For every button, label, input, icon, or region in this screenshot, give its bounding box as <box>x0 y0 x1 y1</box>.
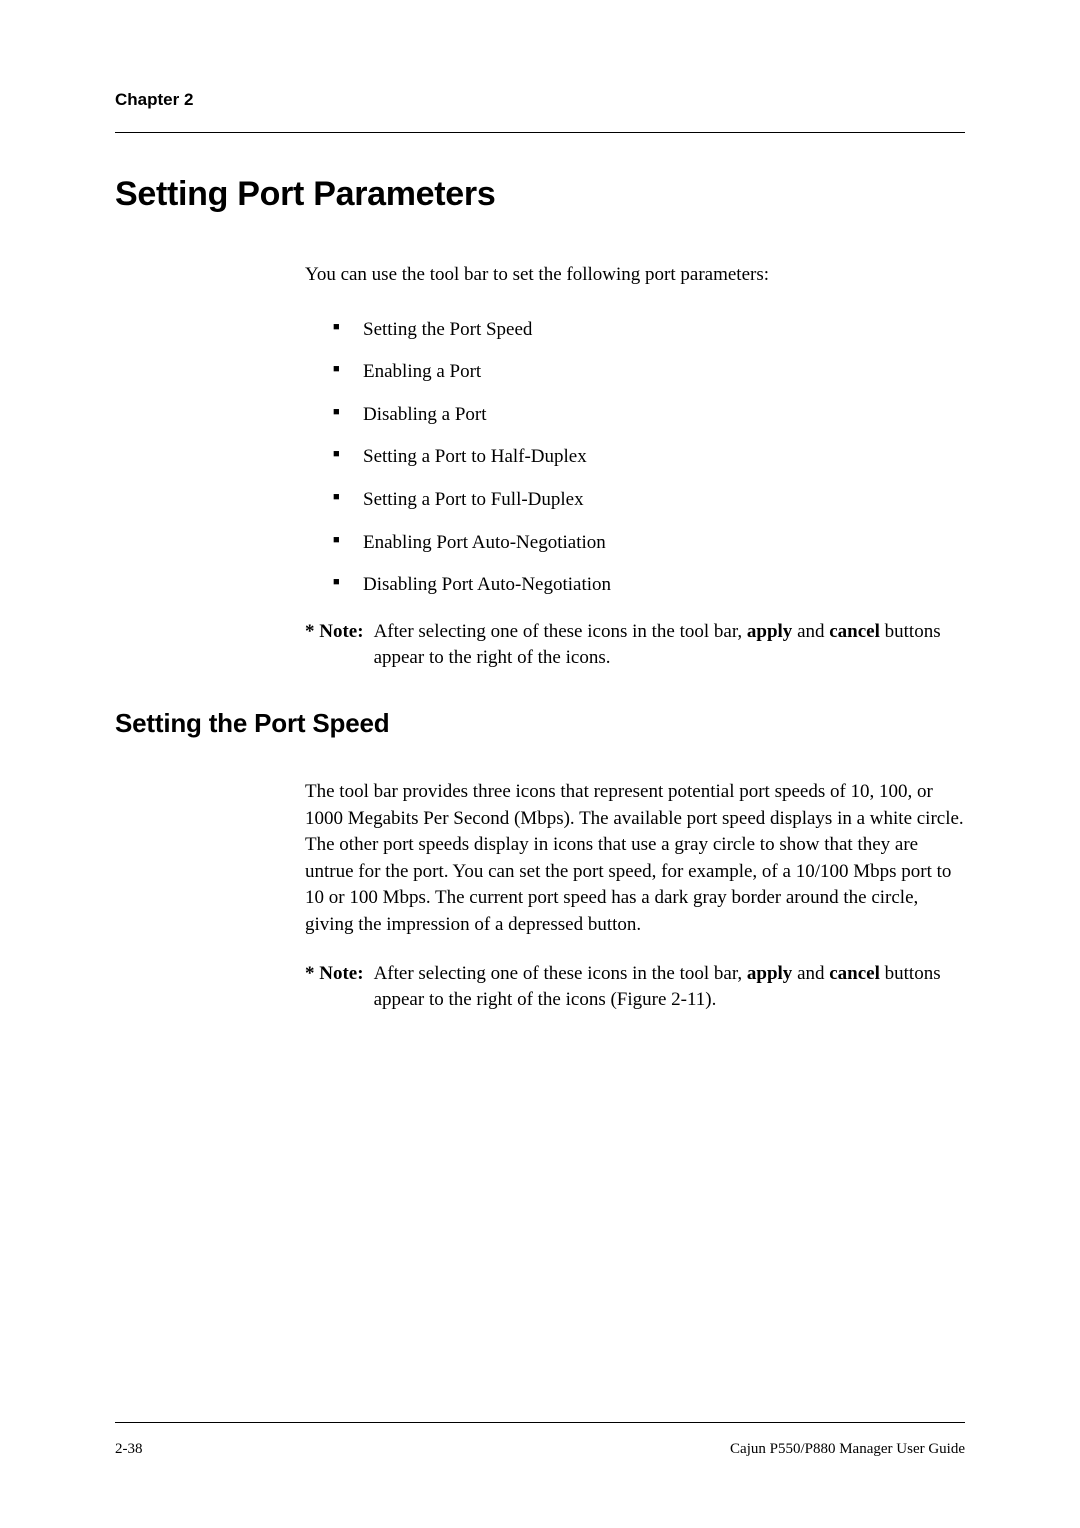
list-item: Enabling Port Auto-Negotiation <box>333 530 965 557</box>
apply-word: apply <box>747 621 792 642</box>
note-text-part: After selecting one of these icons in th… <box>374 963 747 984</box>
note-block: * Note: After selecting one of these ico… <box>305 961 965 1014</box>
note-text-part: After selecting one of these icons in th… <box>374 621 747 642</box>
note-label: * Note: <box>305 619 364 672</box>
page-footer: 2-38 Cajun P550/P880 Manager User Guide <box>115 1422 965 1458</box>
cancel-word: cancel <box>829 963 880 984</box>
subsection-body: The tool bar provides three icons that r… <box>305 779 965 1014</box>
list-item: Setting the Port Speed <box>333 317 965 344</box>
page-number: 2-38 <box>115 1441 143 1458</box>
parameter-list: Setting the Port Speed Enabling a Port D… <box>333 317 965 599</box>
note-text-part: and <box>792 621 829 642</box>
header-rule <box>115 132 965 133</box>
chapter-header: Chapter 2 <box>115 90 965 110</box>
footer-rule <box>115 1422 965 1423</box>
list-item: Disabling a Port <box>333 402 965 429</box>
list-item: Enabling a Port <box>333 359 965 386</box>
subsection-title: Setting the Port Speed <box>115 708 965 739</box>
speed-paragraph: The tool bar provides three icons that r… <box>305 779 965 939</box>
list-item: Disabling Port Auto-Negotiation <box>333 572 965 599</box>
note-text: After selecting one of these icons in th… <box>374 961 965 1014</box>
section-title: Setting Port Parameters <box>115 175 965 214</box>
guide-title: Cajun P550/P880 Manager User Guide <box>730 1441 965 1458</box>
note-text: After selecting one of these icons in th… <box>374 619 965 672</box>
cancel-word: cancel <box>829 621 880 642</box>
intro-paragraph: You can use the tool bar to set the foll… <box>305 262 965 289</box>
note-label: * Note: <box>305 961 364 1014</box>
apply-word: apply <box>747 963 792 984</box>
note-block: * Note: After selecting one of these ico… <box>305 619 965 672</box>
section-body: You can use the tool bar to set the foll… <box>305 262 965 672</box>
list-item: Setting a Port to Full-Duplex <box>333 487 965 514</box>
note-text-part: and <box>792 963 829 984</box>
list-item: Setting a Port to Half-Duplex <box>333 444 965 471</box>
